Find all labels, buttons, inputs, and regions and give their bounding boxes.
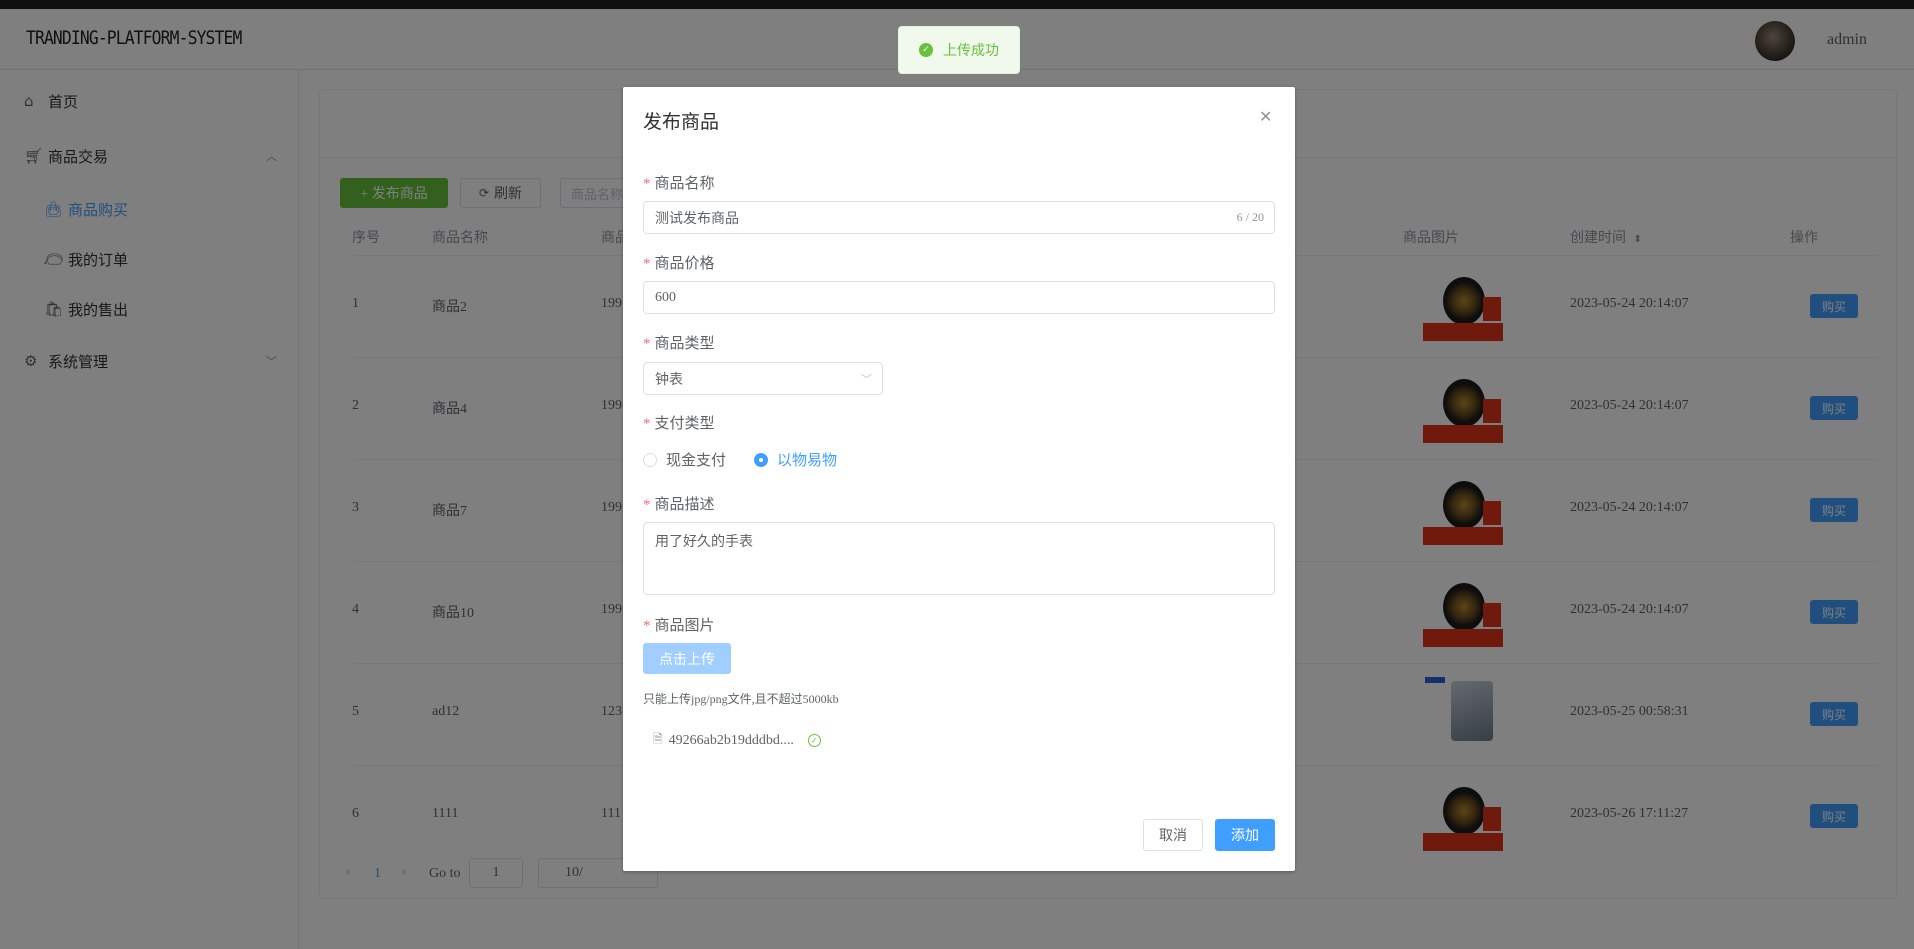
radio-label: 现金支付 [666, 453, 727, 469]
type-select[interactable]: 钟表 ﹀ [643, 362, 883, 395]
upload-button[interactable]: 点击上传 [643, 643, 731, 674]
desc-label: * 商品描述 [643, 497, 715, 513]
radio-circle[interactable] [754, 452, 768, 467]
success-toast: ✓ 上传成功 [898, 26, 1020, 74]
dialog-title: 发布商品 [643, 112, 720, 133]
name-label: * 商品名称 [643, 176, 715, 192]
image-label: * 商品图片 [643, 618, 715, 634]
type-value: 钟表 [655, 372, 683, 388]
close-icon[interactable]: ✕ [1259, 107, 1272, 126]
chevron-down-icon: ﹀ [861, 372, 872, 386]
price-value: 600 [655, 289, 676, 305]
upload-tip: 只能上传jpg/png文件,且不超过5000kb [643, 692, 839, 706]
type-label: * 商品类型 [643, 336, 715, 352]
price-field[interactable]: 600 [643, 281, 1275, 314]
confirm-add-button[interactable]: 添加 [1215, 819, 1275, 851]
uploaded-file[interactable]: 🗎 49266ab2b19dddbd.... ✓ [653, 730, 821, 751]
pay-radio-cash[interactable]: 现金支付 [643, 449, 726, 470]
name-field[interactable]: 测试发布商品 6 / 20 [643, 201, 1275, 234]
radio-circle[interactable] [643, 452, 657, 467]
name-char-count: 6 / 20 [1236, 210, 1264, 224]
radio-label: 以物易物 [777, 453, 838, 469]
document-icon: 🗎 [653, 732, 663, 746]
check-circle-icon: ✓ [807, 734, 821, 747]
price-label: * 商品价格 [643, 256, 715, 272]
file-name: 49266ab2b19dddbd.... [668, 732, 794, 748]
desc-textarea[interactable]: 用了好久的手表 [643, 522, 1275, 595]
pay-radio-barter[interactable]: 以物易物 [754, 449, 837, 470]
toast-message: 上传成功 [943, 44, 999, 59]
name-value: 测试发布商品 [655, 211, 739, 227]
cancel-button[interactable]: 取消 [1143, 819, 1203, 851]
publish-dialog: 发布商品 ✕ * 商品名称 测试发布商品 6 / 20 * 商品价格 600 * 商品… [623, 87, 1295, 871]
pay-label: * 支付类型 [643, 416, 715, 432]
success-icon: ✓ [919, 43, 933, 57]
